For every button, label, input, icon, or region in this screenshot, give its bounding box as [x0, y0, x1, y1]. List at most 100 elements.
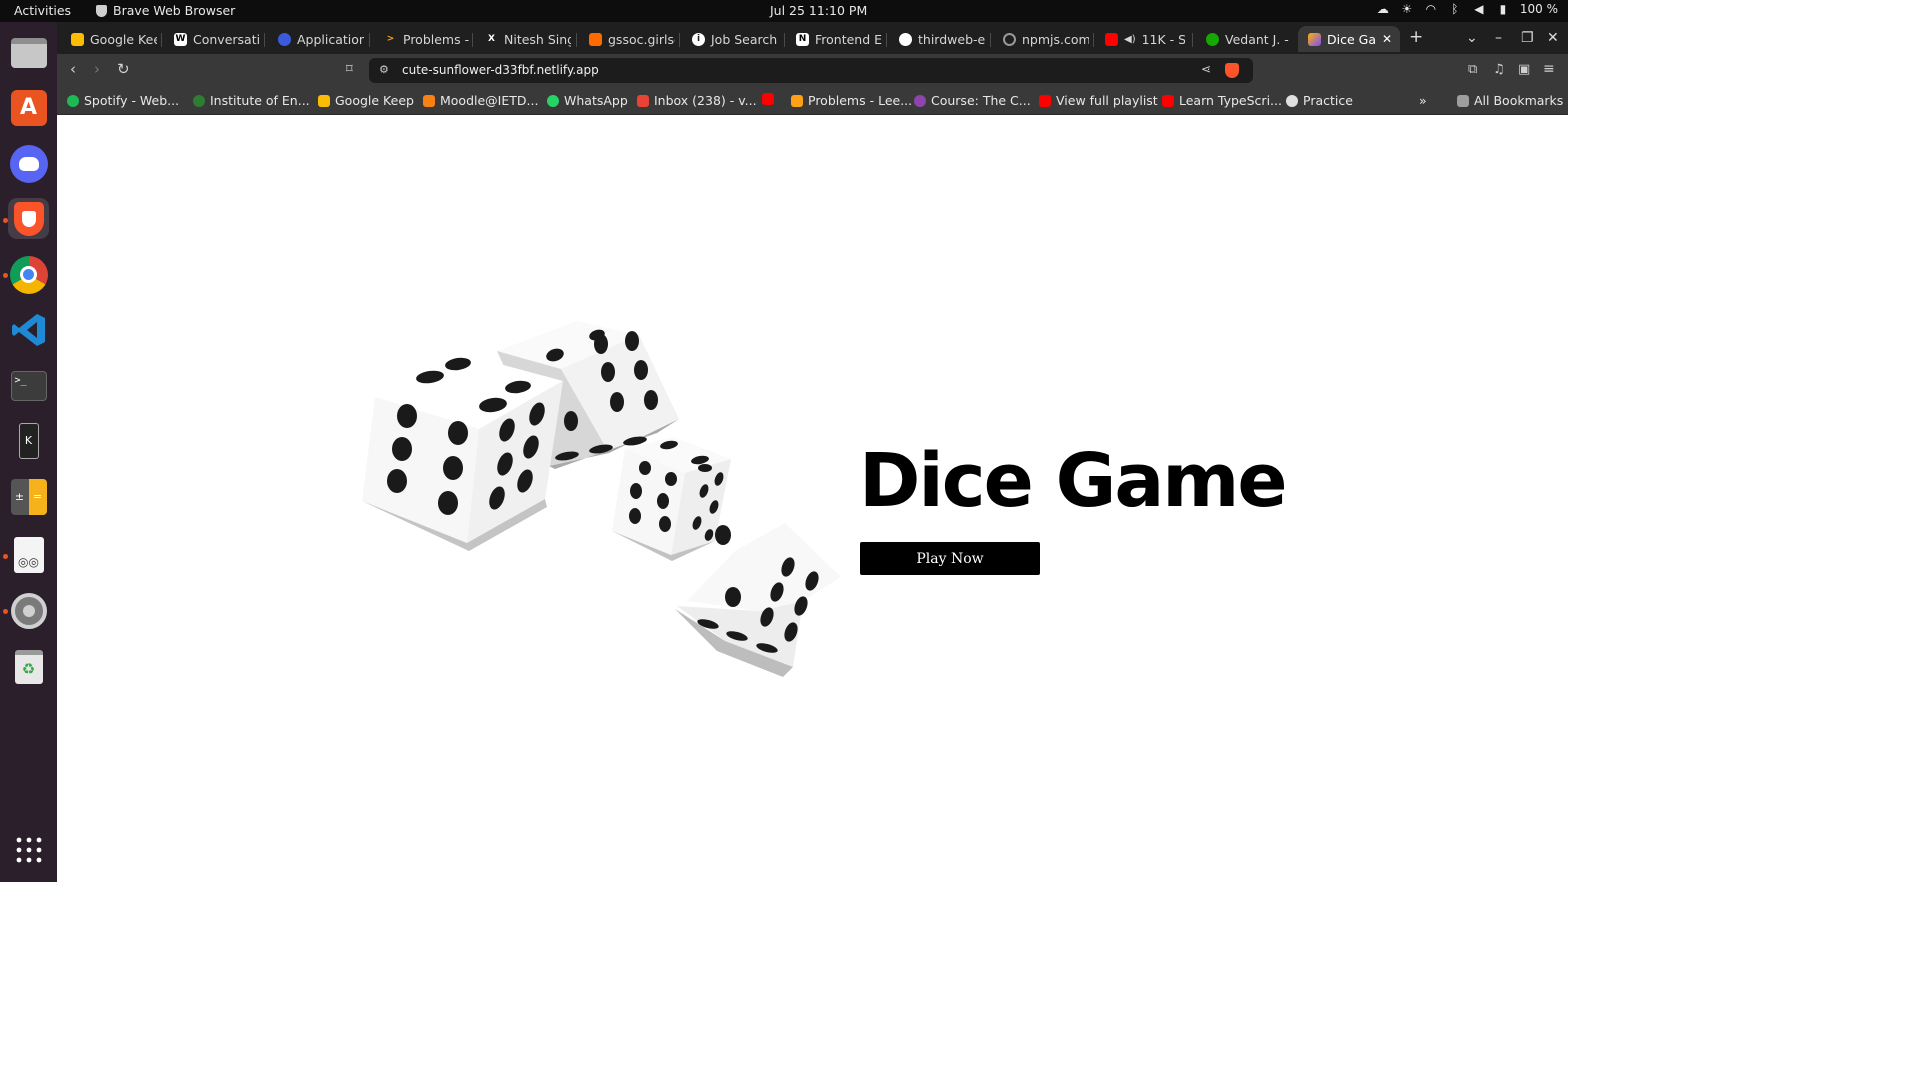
- address-bar[interactable]: ⚙ cute-sunflower-d33fbf.netlify.app ⋖: [369, 58, 1253, 83]
- app-center-icon[interactable]: A: [8, 87, 49, 128]
- tab-problems[interactable]: > Problems -: [374, 26, 470, 52]
- menu-icon[interactable]: ≡: [1543, 61, 1555, 77]
- bookmark-spotify[interactable]: Spotify - Web...: [67, 93, 179, 108]
- die-large: [362, 353, 563, 551]
- minimize-button[interactable]: –: [1495, 30, 1502, 46]
- dice-illustration: [362, 321, 841, 677]
- brightness-icon[interactable]: ☀: [1400, 2, 1414, 16]
- wifi-icon[interactable]: ◠: [1424, 2, 1438, 16]
- media-controls-icon[interactable]: ♫: [1493, 62, 1505, 77]
- brave-icon[interactable]: [8, 198, 49, 239]
- bookmark-typescript[interactable]: Learn TypeScri...: [1162, 93, 1282, 108]
- bookmark-problems-leetcode[interactable]: Problems - Lee...: [791, 93, 912, 108]
- bookmark-label: Practice: [1303, 93, 1353, 108]
- close-window-button[interactable]: ✕: [1547, 30, 1559, 46]
- tab-label: Job Search: [711, 31, 778, 47]
- tab-separator: [576, 33, 577, 47]
- tab-gssoc[interactable]: gssoc.girlsc: [579, 26, 675, 52]
- bookmark-course[interactable]: Course: The C...: [914, 93, 1031, 108]
- trash-icon[interactable]: ♻: [8, 646, 49, 687]
- volume-icon[interactable]: ◀: [1472, 2, 1486, 16]
- tab-label: Frontend E: [815, 31, 882, 47]
- practice-icon: [1286, 94, 1298, 107]
- bookmark-icon[interactable]: ⌑: [346, 62, 353, 77]
- tab-separator: [369, 33, 370, 47]
- discord-icon[interactable]: [8, 143, 49, 184]
- tab-search-chevron-icon[interactable]: ⌄: [1466, 30, 1478, 46]
- course-icon: [914, 94, 926, 107]
- play-now-button[interactable]: Play Now: [860, 542, 1040, 575]
- bookmark-playlist[interactable]: View full playlist: [1039, 93, 1158, 108]
- files-icon[interactable]: [8, 32, 49, 73]
- tab-favicon: N: [796, 32, 809, 46]
- tab-youtube-11k[interactable]: ◀) 11K - Se: [1095, 26, 1185, 52]
- tab-npmjs[interactable]: npmjs.com/: [993, 26, 1089, 52]
- tab-upwork[interactable]: Vedant J. -: [1196, 26, 1292, 52]
- calculator-icon[interactable]: ± =: [8, 476, 49, 517]
- active-app-menu[interactable]: Brave Web Browser: [96, 3, 235, 18]
- die-small: [612, 437, 731, 561]
- bookmark-youtube[interactable]: [762, 93, 779, 105]
- clock[interactable]: Jul 25 11:10 PM: [770, 3, 867, 18]
- bookmark-moodle[interactable]: Moodle@IETD...: [423, 93, 538, 108]
- bookmark-practice[interactable]: Practice: [1286, 93, 1353, 108]
- tab-dice-game[interactable]: Dice Ga ✕: [1298, 26, 1400, 52]
- new-tab-button[interactable]: +: [1409, 27, 1423, 47]
- audio-playing-icon: ◀): [1124, 33, 1136, 45]
- docker-icon[interactable]: ☁: [1376, 2, 1390, 16]
- tab-job-search[interactable]: i Job Search: [682, 26, 782, 52]
- all-bookmarks[interactable]: All Bookmarks: [1457, 93, 1563, 108]
- tab-nitesh-singh[interactable]: X Nitesh Sing: [475, 26, 571, 52]
- brave-shields-icon[interactable]: [1225, 63, 1239, 78]
- bluetooth-icon[interactable]: ᛒ: [1448, 2, 1462, 16]
- bookmark-whatsapp[interactable]: WhatsApp: [547, 93, 628, 108]
- tab-label: npmjs.com/: [1022, 31, 1089, 47]
- tab-thirdweb[interactable]: thirdweb-e: [889, 26, 985, 52]
- site-info-icon[interactable]: ⚙: [379, 63, 389, 76]
- tab-label: 11K - Se: [1141, 31, 1185, 47]
- system-tray[interactable]: ☁ ☀ ◠ ᛒ ◀ ▮ 100 %: [1376, 2, 1558, 16]
- bookmark-gmail[interactable]: Inbox (238) - v...: [637, 93, 757, 108]
- tab-label: Nitesh Sing: [504, 31, 571, 47]
- bookmark-institute[interactable]: Institute of En...: [193, 93, 310, 108]
- tab-label: gssoc.girlsc: [608, 31, 675, 47]
- tab-conversation[interactable]: W Conversatic: [164, 26, 260, 52]
- google-keep-icon: [318, 94, 330, 107]
- bookmark-google-keep[interactable]: Google Keep: [318, 93, 414, 108]
- bookmarks-overflow-icon[interactable]: »: [1419, 93, 1427, 108]
- document-viewer-icon[interactable]: ◎◎: [8, 534, 49, 575]
- brave-app-icon: [96, 4, 107, 17]
- kdeconnect-icon[interactable]: K: [8, 420, 49, 461]
- battery-icon[interactable]: ▮: [1496, 2, 1510, 16]
- youtube-icon: [1162, 94, 1174, 107]
- share-icon[interactable]: ⋖: [1201, 62, 1211, 76]
- youtube-icon: [1105, 32, 1118, 46]
- chrome-icon[interactable]: [8, 254, 49, 295]
- vscode-icon[interactable]: [8, 309, 49, 350]
- forward-button[interactable]: ›: [94, 60, 100, 78]
- close-tab-icon[interactable]: ✕: [1382, 32, 1392, 46]
- reload-button[interactable]: ↻: [117, 60, 130, 78]
- terminal-icon[interactable]: >_: [8, 365, 49, 406]
- tab-google-keep[interactable]: Google Kee: [61, 26, 157, 52]
- tab-favicon: W: [174, 32, 187, 46]
- ubuntu-dock: A >_ K ± = ◎◎ ♻: [0, 22, 57, 882]
- activities-button[interactable]: Activities: [14, 3, 71, 18]
- back-button[interactable]: ‹: [70, 60, 76, 78]
- tab-separator: [472, 33, 473, 47]
- show-apps-icon[interactable]: [8, 829, 49, 870]
- bookmark-label: Moodle@IETD...: [440, 93, 539, 108]
- tab-frontend[interactable]: N Frontend E: [786, 26, 882, 52]
- page-title: Dice Game: [859, 438, 1288, 524]
- youtube-icon: [762, 93, 774, 105]
- maximize-button[interactable]: ❐: [1521, 30, 1534, 46]
- tab-separator: [679, 33, 680, 47]
- system-top-bar: Activities Brave Web Browser Jul 25 11:1…: [0, 0, 1568, 22]
- bookmarks-bar: Spotify - Web... Institute of En... Goog…: [57, 87, 1568, 115]
- tab-favicon: [1308, 32, 1321, 46]
- settings-icon[interactable]: [8, 590, 49, 631]
- url-text: cute-sunflower-d33fbf.netlify.app: [402, 63, 599, 77]
- tab-application[interactable]: Application: [268, 26, 364, 52]
- extensions-icon[interactable]: ⧉: [1468, 62, 1477, 77]
- wallet-icon[interactable]: ▣: [1518, 62, 1530, 77]
